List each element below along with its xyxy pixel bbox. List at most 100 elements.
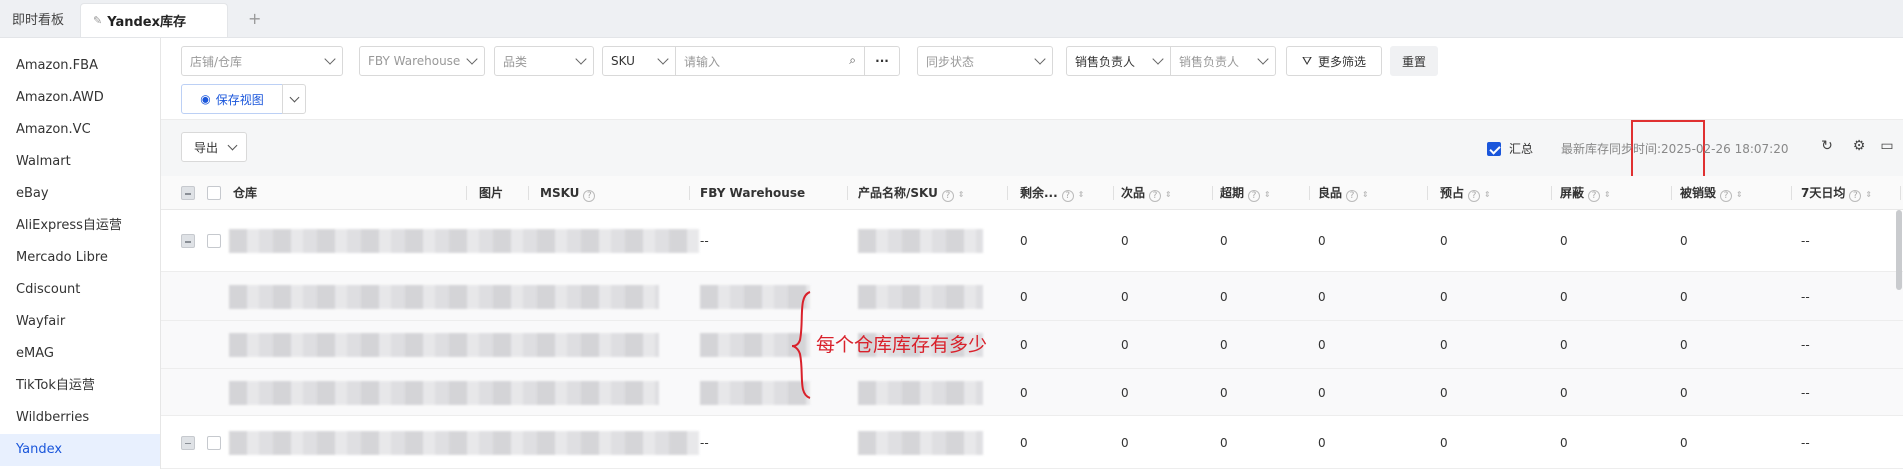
category-select[interactable]: 品类 — [494, 46, 594, 76]
column-header[interactable]: 屏蔽? ⇕ — [1560, 176, 1672, 210]
table-row[interactable]: 0 0 0 0 0 0 0 -- — [161, 272, 1903, 321]
more-options-button[interactable]: ··· — [864, 46, 900, 76]
value-cell: 0 — [1318, 338, 1326, 352]
column-header[interactable]: 被销毁? ⇕ — [1680, 176, 1792, 210]
sidebar-item[interactable]: Yandex — [0, 434, 160, 466]
sidebar-item[interactable]: Amazon.FBA — [0, 50, 160, 82]
sales-owner-type-select[interactable]: 销售负责人 — [1066, 46, 1171, 76]
shop-warehouse-select[interactable]: 店铺/仓库 — [181, 46, 343, 76]
gear-icon[interactable]: ⚙ — [1851, 138, 1867, 154]
table-row[interactable]: 0 0 0 0 0 0 0 -- — [161, 369, 1903, 416]
table-row[interactable]: -- 0 0 0 0 0 0 0 -- — [161, 416, 1903, 469]
sort-icon[interactable]: ⇕ — [1736, 191, 1743, 199]
row-expand-toggle[interactable] — [181, 435, 195, 450]
sidebar-item[interactable]: Cdiscount — [0, 274, 160, 306]
chevron-down-icon — [466, 53, 478, 65]
select-all-checkbox[interactable] — [207, 186, 221, 200]
sort-icon[interactable]: ⇕ — [1165, 191, 1172, 199]
summary-toggle[interactable]: 汇总 — [1487, 140, 1533, 157]
value-cell: 0 — [1560, 338, 1568, 352]
pin-icon[interactable]: ✎ — [93, 14, 102, 27]
fby-warehouse-select[interactable]: FBY Warehouse — [359, 46, 485, 76]
help-icon[interactable]: ? — [1346, 190, 1359, 202]
add-tab-button[interactable]: + — [228, 0, 281, 37]
column-header[interactable]: 7天日均? ⇕ — [1801, 176, 1901, 210]
sidebar-item[interactable]: Wayfair — [0, 306, 160, 338]
save-view-dropdown[interactable] — [282, 84, 306, 114]
row-checkbox[interactable] — [207, 435, 221, 450]
summary-checkbox[interactable] — [1487, 141, 1501, 156]
sidebar-item[interactable]: AliExpress自运营 — [0, 210, 160, 242]
value-cell: 0 — [1220, 385, 1228, 400]
sales-owner-select[interactable]: 销售负责人 — [1170, 46, 1276, 76]
value-cell: -- — [1801, 435, 1810, 450]
expand-all-toggle[interactable] — [181, 186, 195, 200]
sync-status-select[interactable]: 同步状态 — [917, 46, 1053, 76]
value-cell: -- — [1801, 338, 1810, 352]
redacted-content — [229, 333, 659, 357]
tab-yandex-inventory[interactable]: ✎ Yandex库存 — [80, 3, 229, 37]
refresh-icon[interactable]: ↻ — [1819, 138, 1835, 154]
sort-icon[interactable]: ⇕ — [958, 191, 965, 199]
column-header[interactable]: 仓库 — [233, 176, 467, 210]
sidebar-item[interactable]: Mercado Libre — [0, 242, 160, 274]
column-header[interactable]: 产品名称/SKU? ⇕ — [858, 176, 1008, 210]
row-expand-toggle[interactable] — [181, 234, 195, 248]
sidebar-item[interactable]: eBay — [0, 178, 160, 210]
help-icon[interactable]: ? — [1248, 190, 1261, 202]
sort-icon[interactable]: ⇕ — [1264, 191, 1271, 199]
value-cell: 0 — [1440, 338, 1448, 352]
sidebar-item[interactable]: Walmart — [0, 146, 160, 178]
save-view-button[interactable]: ◉ 保存视图 — [181, 84, 283, 114]
value-cell: 0 — [1560, 435, 1568, 450]
column-header[interactable]: 次品? ⇕ — [1121, 176, 1213, 210]
value-cell: 0 — [1318, 289, 1326, 304]
chevron-down-icon — [1152, 53, 1164, 65]
sku-search-input[interactable]: 请输入 ⌕ — [675, 46, 865, 76]
chevron-down-icon — [657, 53, 669, 65]
help-icon[interactable]: ? — [1849, 190, 1862, 202]
tab-dashboard[interactable]: 即时看板 — [0, 0, 76, 37]
column-header[interactable]: 图片 — [479, 176, 529, 210]
value-cell: 0 — [1440, 234, 1448, 248]
vertical-scrollbar[interactable] — [1896, 210, 1902, 290]
value-cell: 0 — [1560, 385, 1568, 400]
sidebar-item[interactable]: Amazon.AWD — [0, 82, 160, 114]
help-icon[interactable]: ? — [1468, 190, 1481, 202]
sidebar-item[interactable]: TikTok自运营 — [0, 370, 160, 402]
sidebar-item[interactable]: Amazon.VC — [0, 114, 160, 146]
more-filters-button[interactable]: ⛛ 更多筛选 — [1286, 46, 1382, 76]
sort-icon[interactable]: ⇕ — [1362, 191, 1369, 199]
redacted-content — [858, 284, 983, 309]
sort-icon[interactable]: ⇕ — [1078, 191, 1085, 199]
sort-icon[interactable]: ⇕ — [1865, 191, 1872, 199]
help-icon[interactable]: ? — [1149, 190, 1162, 202]
row-checkbox[interactable] — [207, 234, 221, 248]
table-row[interactable]: -- 0 0 0 0 0 0 0 -- — [161, 210, 1903, 272]
help-icon[interactable]: ? — [1720, 190, 1733, 202]
column-header[interactable]: 良品? ⇕ — [1318, 176, 1428, 210]
sidebar-item[interactable]: eMAG — [0, 338, 160, 370]
export-button[interactable]: 导出 — [181, 132, 247, 162]
help-icon[interactable]: ? — [941, 190, 954, 202]
sort-icon[interactable]: ⇕ — [1604, 191, 1611, 199]
value-cell: 0 — [1220, 338, 1228, 352]
book-icon[interactable]: ▭ — [1879, 138, 1895, 154]
help-icon[interactable]: ? — [583, 190, 596, 202]
value-cell: 0 — [1220, 234, 1228, 248]
column-header[interactable]: FBY Warehouse — [700, 176, 848, 210]
table-row[interactable]: 0 0 0 0 0 0 0 -- — [161, 321, 1903, 369]
value-cell: 0 — [1318, 234, 1326, 248]
reset-button[interactable]: 重置 — [1390, 46, 1438, 76]
help-icon[interactable]: ? — [1588, 190, 1601, 202]
search-icon[interactable]: ⌕ — [849, 53, 856, 68]
value-cell: 0 — [1440, 385, 1448, 400]
column-header[interactable]: 预占? ⇕ — [1440, 176, 1552, 210]
column-header[interactable]: 超期? ⇕ — [1220, 176, 1310, 210]
sort-icon[interactable]: ⇕ — [1484, 191, 1491, 199]
sku-type-select[interactable]: SKU — [602, 46, 676, 76]
column-header[interactable]: 剩余...? ⇕ — [1020, 176, 1114, 210]
sidebar-item[interactable]: Wildberries — [0, 402, 160, 434]
column-header[interactable]: MSKU? — [540, 176, 690, 210]
help-icon[interactable]: ? — [1061, 190, 1074, 202]
